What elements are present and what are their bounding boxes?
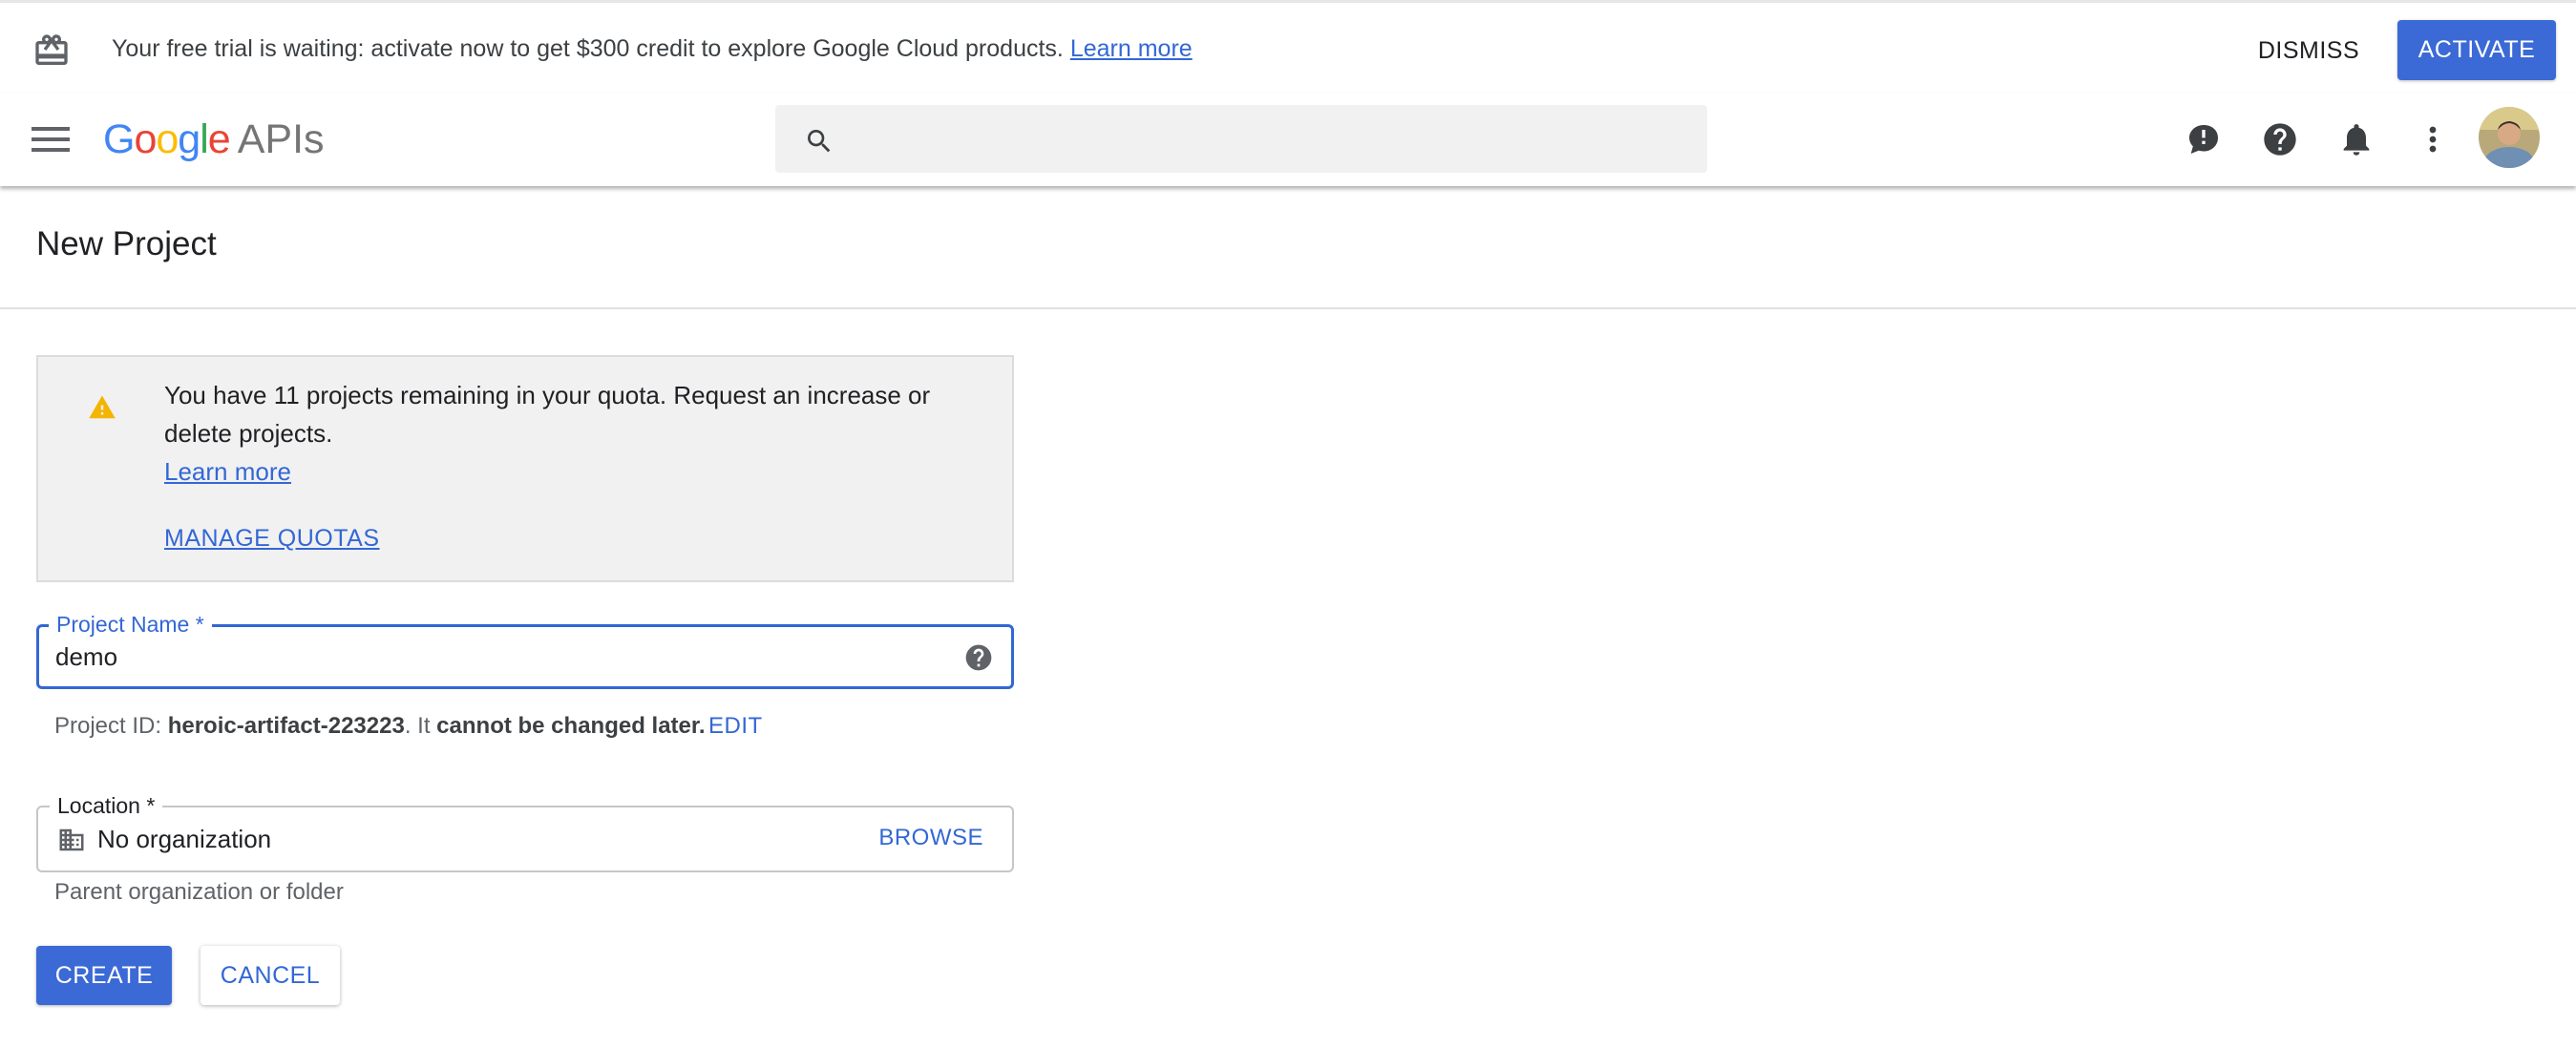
dismiss-button[interactable]: DISMISS [2234, 24, 2383, 77]
logo-letter: G [103, 116, 135, 162]
avatar[interactable] [2479, 107, 2540, 168]
project-id-prefix: Project ID: [54, 713, 162, 739]
trial-message-text: Your free trial is waiting: activate now… [112, 35, 1064, 62]
logo-letter: l [200, 116, 209, 162]
create-button[interactable]: CREATE [36, 946, 172, 1005]
help-circle-icon[interactable] [963, 642, 994, 673]
quota-learn-more-link[interactable]: Learn more [164, 452, 291, 491]
search-icon [804, 126, 834, 157]
location-helper-text: Parent organization or folder [54, 879, 344, 905]
project-name-field[interactable]: Project Name * [36, 611, 1014, 689]
cancel-button[interactable]: CANCEL [201, 946, 340, 1005]
browse-button[interactable]: BROWSE [878, 819, 983, 857]
page-title: New Project [36, 225, 217, 262]
divider [0, 307, 2576, 309]
notifications-icon[interactable] [2337, 120, 2375, 158]
warning-icon [88, 393, 116, 422]
edit-project-id-button[interactable]: EDIT [708, 710, 763, 743]
project-id-emphasis: cannot be changed later. [436, 713, 706, 739]
project-id-middle: . It [404, 713, 431, 739]
trial-message: Your free trial is waiting: activate now… [112, 33, 1193, 64]
activate-button[interactable]: ACTIVATE [2397, 20, 2556, 80]
menu-icon[interactable] [32, 122, 70, 157]
gift-icon [32, 31, 71, 70]
manage-quotas-link[interactable]: MANAGE QUOTAS [164, 519, 380, 557]
logo-letter: e [207, 116, 231, 162]
logo-letter: g [178, 116, 201, 162]
search-input[interactable] [852, 105, 1696, 175]
location-value: No organization [97, 825, 272, 853]
location-field[interactable]: Location * No organization BROWSE [36, 792, 1014, 872]
quota-message: You have 11 projects remaining in your q… [164, 381, 931, 448]
trial-learn-more-link[interactable]: Learn more [1070, 35, 1193, 62]
logo-letter: o [156, 116, 179, 162]
building-icon [57, 826, 86, 854]
trial-banner: Your free trial is waiting: activate now… [0, 0, 2576, 94]
project-id-value: heroic-artifact-223223 [167, 713, 405, 739]
location-label: Location * [50, 792, 163, 819]
more-vert-icon[interactable] [2414, 120, 2452, 158]
project-id-info: Project ID: heroic-artifact-223223. It c… [54, 710, 706, 743]
google-apis-logo[interactable]: Google APIs [103, 113, 325, 166]
help-icon[interactable] [2261, 120, 2299, 158]
logo-letter: o [134, 116, 157, 162]
quota-notice: You have 11 projects remaining in your q… [36, 355, 1014, 582]
project-name-input[interactable] [55, 627, 915, 686]
feedback-icon[interactable] [2185, 120, 2223, 158]
top-app-bar: Google APIs [0, 94, 2576, 186]
logo-suffix: APIs [237, 116, 325, 162]
search-bar[interactable] [775, 105, 1707, 175]
